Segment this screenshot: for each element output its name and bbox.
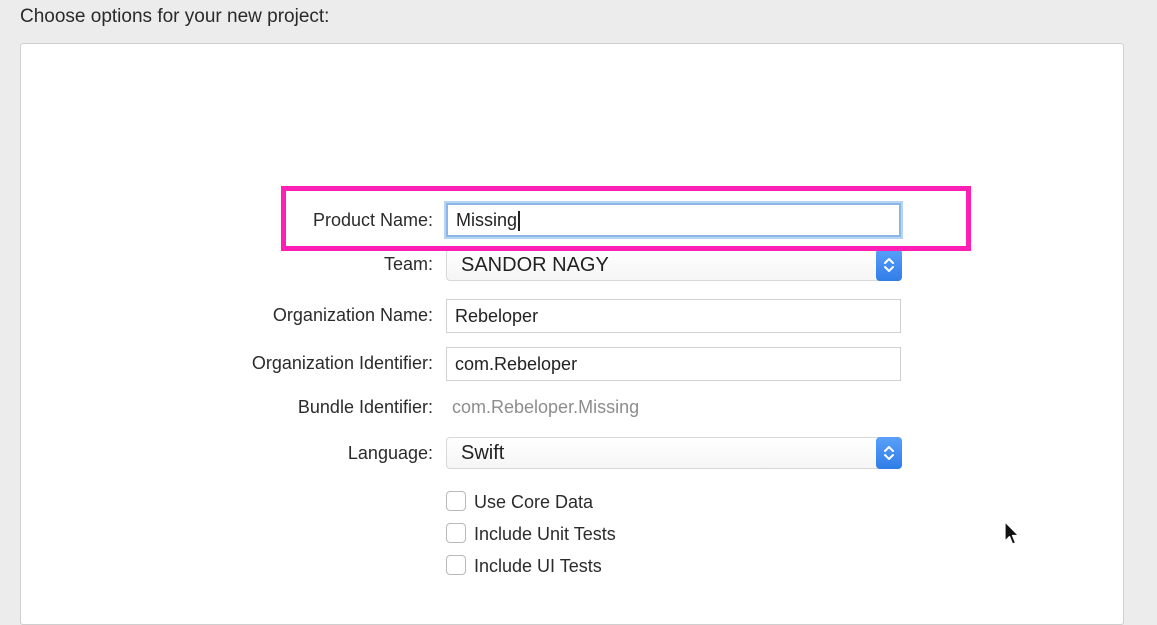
up-down-chevron-icon	[884, 258, 894, 272]
mouse-pointer-icon	[1004, 521, 1020, 545]
include-ui-tests-checkbox[interactable]	[446, 555, 466, 575]
team-label: Team:	[383, 254, 433, 274]
include-ui-tests-label: Include UI Tests	[474, 556, 602, 576]
team-popup-stepper[interactable]	[876, 249, 902, 281]
bundle-identifier-value: com.Rebeloper.Missing	[452, 397, 640, 417]
organization-name-field[interactable]: Rebeloper	[446, 299, 901, 333]
bundle-identifier-label: Bundle Identifier:	[297, 397, 433, 417]
include-unit-tests-label: Include Unit Tests	[474, 524, 616, 544]
team-value: SANDOR NAGY	[461, 254, 609, 276]
highlight-annotation-box	[281, 186, 971, 251]
organization-name-label: Organization Name:	[272, 305, 433, 325]
use-core-data-label: Use Core Data	[474, 492, 594, 512]
language-popup[interactable]: Swift	[446, 437, 902, 469]
language-value: Swift	[461, 442, 505, 464]
organization-identifier-label: Organization Identifier:	[251, 353, 433, 373]
organization-identifier-field[interactable]: com.Rebeloper	[446, 347, 901, 381]
up-down-chevron-icon	[884, 446, 894, 460]
dialog-header: Choose options for your new project:	[20, 6, 330, 27]
language-label: Language:	[347, 443, 433, 463]
include-unit-tests-checkbox[interactable]	[446, 523, 466, 543]
team-popup[interactable]: SANDOR NAGY	[446, 249, 902, 281]
use-core-data-checkbox[interactable]	[446, 491, 466, 511]
language-popup-stepper[interactable]	[876, 437, 902, 469]
